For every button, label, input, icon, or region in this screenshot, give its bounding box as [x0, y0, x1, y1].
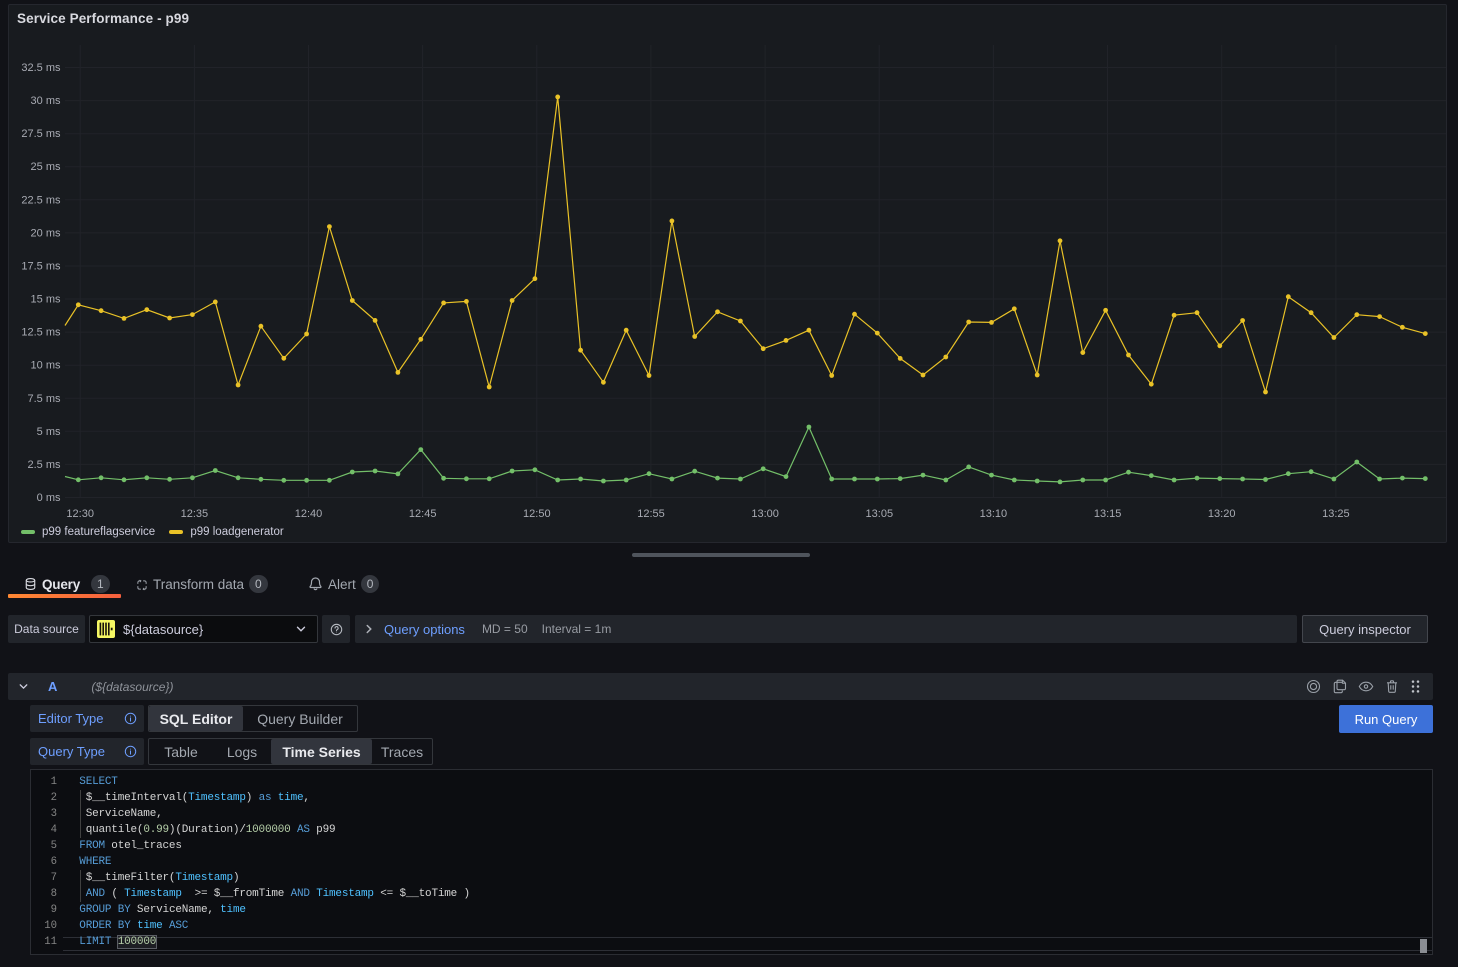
svg-text:12:55: 12:55: [637, 508, 665, 520]
svg-text:17.5 ms: 17.5 ms: [21, 261, 61, 273]
svg-text:12:45: 12:45: [409, 508, 437, 520]
svg-text:10 ms: 10 ms: [31, 360, 61, 372]
svg-text:22.5 ms: 22.5 ms: [21, 194, 61, 206]
svg-text:13:05: 13:05: [866, 508, 894, 520]
svg-text:13:10: 13:10: [980, 508, 1008, 520]
svg-text:12:30: 12:30: [66, 508, 94, 520]
svg-text:13:15: 13:15: [1094, 508, 1122, 520]
svg-text:20 ms: 20 ms: [31, 227, 61, 239]
svg-text:0 ms: 0 ms: [37, 492, 61, 504]
svg-text:12.5 ms: 12.5 ms: [21, 327, 61, 339]
svg-text:13:25: 13:25: [1322, 508, 1350, 520]
svg-text:12:50: 12:50: [523, 508, 551, 520]
svg-text:30 ms: 30 ms: [31, 95, 61, 107]
svg-text:12:35: 12:35: [181, 508, 209, 520]
svg-text:32.5 ms: 32.5 ms: [21, 62, 61, 74]
svg-text:5 ms: 5 ms: [37, 426, 61, 438]
svg-text:13:20: 13:20: [1208, 508, 1236, 520]
svg-text:7.5 ms: 7.5 ms: [27, 393, 61, 405]
svg-text:2.5 ms: 2.5 ms: [27, 459, 61, 471]
svg-text:13:00: 13:00: [751, 508, 779, 520]
svg-text:27.5 ms: 27.5 ms: [21, 128, 61, 140]
svg-text:25 ms: 25 ms: [31, 161, 61, 173]
svg-text:12:40: 12:40: [295, 508, 323, 520]
svg-text:15 ms: 15 ms: [31, 294, 61, 306]
